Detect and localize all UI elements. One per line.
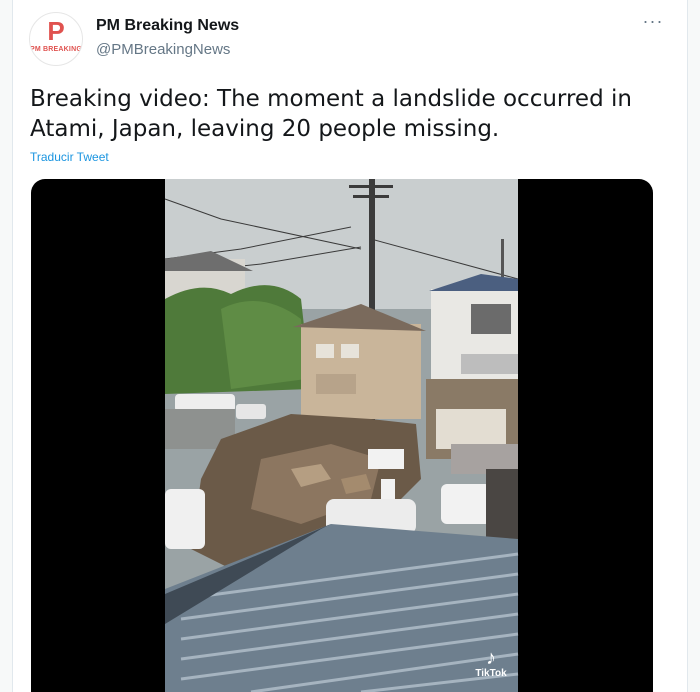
tiktok-label: TikTok bbox=[475, 668, 507, 679]
tweet-text: Breaking video: The moment a landslide o… bbox=[30, 86, 632, 142]
tiktok-note-icon: ♪ bbox=[486, 647, 496, 669]
tweet-card[interactable]: P PM BREAKING PM Breaking News @PMBreaki… bbox=[12, 0, 688, 692]
avatar[interactable]: P PM BREAKING bbox=[29, 12, 83, 66]
video-frame bbox=[164, 179, 519, 692]
tweet-video[interactable]: ♪ TikTok bbox=[31, 179, 653, 692]
translate-tweet-link[interactable]: Traducir Tweet bbox=[30, 150, 109, 164]
more-options-icon[interactable]: ··· bbox=[641, 12, 665, 36]
author-name[interactable]: PM Breaking News bbox=[96, 17, 239, 35]
tiktok-watermark: ♪ TikTok bbox=[471, 648, 511, 679]
avatar-logo-text: PM BREAKING bbox=[30, 46, 82, 53]
avatar-logo-letter: P bbox=[47, 16, 65, 46]
author-handle[interactable]: @PMBreakingNews bbox=[96, 41, 230, 58]
